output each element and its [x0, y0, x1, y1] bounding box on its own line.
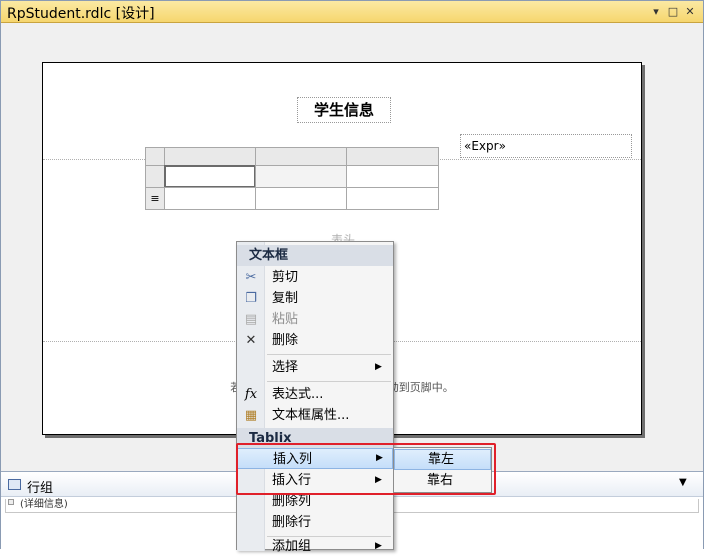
tablix-table[interactable]: ≡ [145, 147, 439, 210]
column-handle[interactable] [346, 147, 439, 166]
title-bar: RpStudent.rdlc [设计] ▾ □ ✕ [1, 1, 703, 23]
menu-section-textbox: 文本框 [237, 245, 393, 266]
copy-icon: ❐ [245, 291, 257, 306]
expression-textbox[interactable]: «Expr» [460, 134, 632, 158]
scissors-icon: ✂ [245, 270, 257, 285]
menu-item-label: 文本框属性... [272, 408, 350, 423]
menu-item-paste[interactable]: ▤ 粘贴 [237, 309, 393, 330]
submenu-arrow-icon: ▶ [375, 362, 382, 372]
group-toggle-icon [8, 499, 14, 505]
menu-item-label: 选择 [272, 360, 299, 375]
menu-item-label: 粘贴 [272, 312, 299, 327]
row-groups-title: 行组 [27, 481, 54, 496]
menu-item-add-group[interactable]: 添加组 ▶ [237, 536, 393, 557]
table-cell[interactable] [164, 187, 256, 210]
table-cell[interactable] [346, 187, 439, 210]
pin-dropdown-icon[interactable]: ▾ [649, 4, 663, 19]
menu-separator [267, 354, 391, 355]
table-cell[interactable] [346, 165, 439, 188]
menu-item-label: 剪切 [272, 270, 299, 285]
tablix-corner-handle[interactable] [145, 147, 165, 166]
menu-item-cut[interactable]: ✂ 剪切 [237, 267, 393, 288]
designer-window: RpStudent.rdlc [设计] ▾ □ ✕ 学生信息 «Expr» 若要… [0, 0, 704, 554]
chevron-down-icon[interactable]: ▼ [679, 477, 687, 488]
properties-icon: ▦ [244, 408, 258, 423]
menu-item-delete[interactable]: ✕ 删除 [237, 330, 393, 351]
paste-icon: ▤ [244, 312, 258, 327]
report-title-textbox[interactable]: 学生信息 [297, 97, 391, 123]
detail-group-label: (详细信息) [20, 499, 68, 510]
menu-item-select[interactable]: 选择 ▶ [237, 357, 393, 378]
menu-separator [267, 381, 391, 382]
menu-item-label: 删除行 [272, 515, 312, 530]
menu-item-label: 删除 [272, 333, 299, 348]
menu-item-delete-row[interactable]: 删除行 [237, 512, 393, 533]
delete-x-icon: ✕ [245, 333, 257, 348]
selected-textbox-cell[interactable] [164, 165, 256, 188]
close-icon[interactable]: ✕ [683, 4, 697, 19]
annotation-highlight-box [236, 443, 496, 495]
menu-item-label: 删除列 [272, 494, 312, 509]
menu-item-copy[interactable]: ❐ 复制 [237, 288, 393, 309]
window-title: RpStudent.rdlc [设计] [7, 6, 155, 22]
table-cell[interactable] [255, 187, 347, 210]
context-menu: 文本框 ✂ 剪切 ❐ 复制 ▤ 粘贴 ✕ 删除 选择 ▶ fx 表达式... ▦ [236, 241, 394, 554]
row-handle[interactable] [145, 165, 165, 188]
menu-item-label: 表达式... [272, 387, 324, 402]
column-handle[interactable] [164, 147, 256, 166]
table-cell[interactable] [255, 165, 347, 188]
menu-item-label: 添加组 [272, 539, 312, 554]
row-groups-icon [8, 479, 21, 490]
column-handle[interactable] [255, 147, 347, 166]
menu-item-expression[interactable]: fx 表达式... [237, 384, 393, 405]
detail-row-handle-icon[interactable]: ≡ [145, 187, 165, 210]
maximize-icon[interactable]: □ [666, 4, 680, 19]
fx-icon: fx [244, 387, 258, 402]
menu-item-textbox-properties[interactable]: ▦ 文本框属性... [237, 405, 393, 426]
menu-item-label: 复制 [272, 291, 299, 306]
submenu-arrow-icon: ▶ [375, 541, 382, 551]
